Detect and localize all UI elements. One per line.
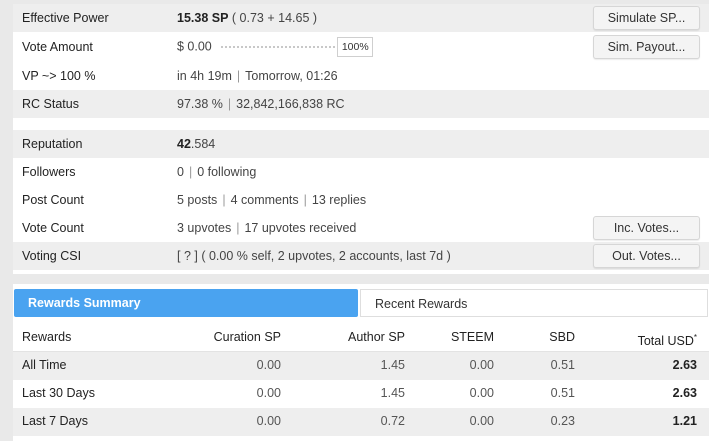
vote-amount-label: Vote Amount bbox=[22, 40, 93, 54]
rc-status-label: RC Status bbox=[22, 97, 79, 111]
header-sbd: SBD bbox=[549, 330, 575, 344]
header-author-sp: Author SP bbox=[348, 330, 405, 344]
vp-label: VP ~> 100 % bbox=[22, 69, 96, 83]
vote-weight-percent[interactable]: 100% bbox=[337, 37, 374, 57]
rc-amount: 32,842,166,838 RC bbox=[236, 97, 345, 111]
upvotes-count: 3 upvotes bbox=[177, 221, 232, 235]
reputation-label: Reputation bbox=[22, 137, 83, 151]
vote-count-row: Vote Count 3 upvotes | 17 upvotes received… bbox=[13, 214, 709, 242]
posts-count: 5 posts bbox=[177, 193, 218, 207]
reputation-whole: 42 bbox=[177, 137, 191, 151]
header-curation-sp: Curation SP bbox=[213, 330, 281, 344]
vote-weight-slider[interactable]: 100% bbox=[221, 37, 374, 57]
total-usd-value: 2.63 bbox=[672, 358, 697, 372]
post-count-row: Post Count 5 posts | 4 comments | 13 replies bbox=[13, 186, 709, 214]
tab-recent-rewards[interactable]: Recent Rewards bbox=[360, 289, 708, 317]
separator: | bbox=[188, 165, 193, 179]
vote-count-label: Vote Count bbox=[22, 221, 84, 235]
account-stats-panel: Effective Power 15.38 SP ( 0.73 + 14.65 … bbox=[13, 4, 709, 274]
voting-csi-row: Voting CSI [ ? ] ( 0.00 % self, 2 upvote… bbox=[13, 242, 709, 270]
vote-amount-value: $ 0.00 100% bbox=[177, 37, 374, 57]
separator: | bbox=[303, 193, 307, 207]
total-usd-footnote-marker: * bbox=[693, 333, 697, 342]
total-usd-value: 1.21 bbox=[672, 414, 697, 428]
vp-row: VP ~> 100 % in 4h 19m | Tomorrow, 01:26 bbox=[13, 62, 709, 90]
sim-payout-button[interactable]: Sim. Payout... bbox=[593, 35, 700, 59]
sbd-value: 0.51 bbox=[550, 386, 575, 400]
separator: | bbox=[236, 69, 241, 83]
tab-rewards-summary[interactable]: Rewards Summary bbox=[14, 289, 358, 317]
simulate-sp-button[interactable]: Simulate SP... bbox=[593, 6, 700, 30]
row-label: Last 7 Days bbox=[22, 414, 89, 428]
vote-weight-track[interactable] bbox=[221, 46, 340, 48]
steem-value: 0.00 bbox=[469, 414, 494, 428]
sbd-value: 0.51 bbox=[550, 358, 575, 372]
rc-status-value: 97.38 % | 32,842,166,838 RC bbox=[177, 97, 345, 111]
effective-power-sp: 15.38 SP bbox=[177, 11, 229, 25]
voting-csi-value: [ ? ] ( 0.00 % self, 2 upvotes, 2 accoun… bbox=[177, 249, 451, 263]
rewards-table-header: Rewards Curation SP Author SP STEEM SBD … bbox=[13, 324, 709, 352]
sbd-value: 0.23 bbox=[550, 414, 575, 428]
following-count: 0 following bbox=[197, 165, 257, 179]
steem-value: 0.00 bbox=[469, 386, 494, 400]
vote-count-value: 3 upvotes | 17 upvotes received bbox=[177, 221, 356, 235]
outgoing-votes-button[interactable]: Out. Votes... bbox=[593, 244, 700, 268]
comments-count: 4 comments bbox=[230, 193, 299, 207]
reputation-value: 42.584 bbox=[177, 137, 215, 151]
followers-value: 0 | 0 following bbox=[177, 165, 256, 179]
followers-label: Followers bbox=[22, 165, 76, 179]
header-total-usd: Total USD* bbox=[638, 324, 697, 351]
post-count-value: 5 posts | 4 comments | 13 replies bbox=[177, 193, 366, 207]
followers-row: Followers 0 | 0 following bbox=[13, 158, 709, 186]
separator: | bbox=[227, 97, 232, 111]
vp-value: in 4h 19m | Tomorrow, 01:26 bbox=[177, 69, 338, 83]
effective-power-detail: ( 0.73 + 14.65 ) bbox=[231, 11, 318, 25]
reputation-fraction: .584 bbox=[190, 137, 216, 151]
author-sp-value: 1.45 bbox=[380, 358, 405, 372]
separator: | bbox=[236, 221, 240, 235]
table-row: All Time 0.00 1.45 0.00 0.51 2.63 bbox=[13, 352, 709, 380]
reputation-row: Reputation 42.584 bbox=[13, 130, 709, 158]
row-label: Last 30 Days bbox=[22, 386, 95, 400]
header-total-usd-label: Total USD bbox=[637, 334, 694, 349]
voting-csi-label: Voting CSI bbox=[22, 249, 82, 263]
rewards-panel: Rewards Summary Recent Rewards Rewards C… bbox=[13, 284, 709, 441]
separator: | bbox=[222, 193, 226, 207]
rc-percent: 97.38 % bbox=[177, 97, 223, 111]
steem-value: 0.00 bbox=[469, 358, 494, 372]
rc-status-row: RC Status 97.38 % | 32,842,166,838 RC bbox=[13, 90, 709, 118]
table-row: Last 7 Days 0.00 0.72 0.00 0.23 1.21 bbox=[13, 408, 709, 436]
vote-amount-usd: $ 0.00 bbox=[177, 39, 212, 54]
vote-amount-row: Vote Amount $ 0.00 100% Sim. Payout... bbox=[13, 33, 709, 61]
post-count-label: Post Count bbox=[22, 193, 84, 207]
incoming-votes-button[interactable]: Inc. Votes... bbox=[593, 216, 700, 240]
total-usd-value: 2.63 bbox=[672, 386, 697, 400]
effective-power-row: Effective Power 15.38 SP ( 0.73 + 14.65 … bbox=[13, 4, 709, 32]
effective-power-label: Effective Power bbox=[22, 11, 109, 25]
curation-sp-value: 0.00 bbox=[256, 414, 281, 428]
row-label: All Time bbox=[22, 358, 67, 372]
replies-count: 13 replies bbox=[311, 193, 367, 207]
author-sp-value: 1.45 bbox=[380, 386, 405, 400]
author-sp-value: 0.72 bbox=[380, 414, 405, 428]
header-rewards: Rewards bbox=[22, 330, 72, 344]
vp-time: in 4h 19m bbox=[177, 69, 232, 83]
curation-sp-value: 0.00 bbox=[256, 386, 281, 400]
curation-sp-value: 0.00 bbox=[256, 358, 281, 372]
followers-count: 0 bbox=[177, 165, 184, 179]
table-row: Last 30 Days 0.00 1.45 0.00 0.51 2.63 bbox=[13, 380, 709, 408]
header-steem: STEEM bbox=[450, 330, 494, 344]
effective-power-value: 15.38 SP ( 0.73 + 14.65 ) bbox=[177, 11, 317, 25]
vp-date: Tomorrow, 01:26 bbox=[245, 69, 338, 83]
upvotes-received: 17 upvotes received bbox=[244, 221, 357, 235]
